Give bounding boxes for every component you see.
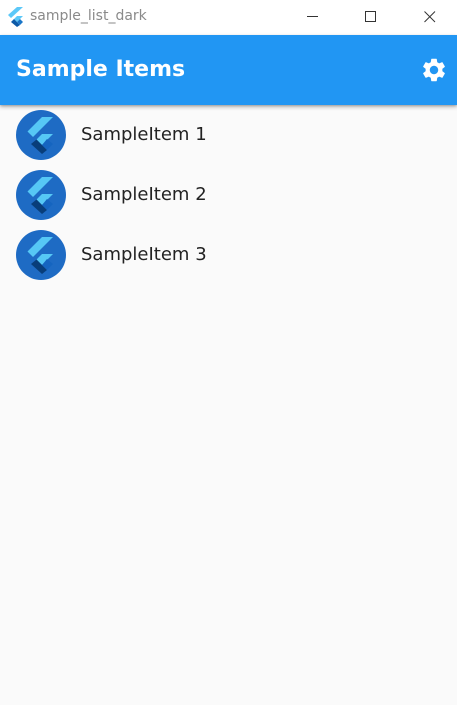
gear-icon[interactable] [420,56,448,84]
flutter-logo-icon [16,170,66,220]
list-item[interactable]: SampleItem 2 [0,165,457,225]
maximize-icon [365,11,376,22]
app-bar: Sample Items [0,35,457,105]
page-title: Sample Items [16,57,186,82]
list-item[interactable]: SampleItem 1 [0,105,457,165]
flutter-logo-icon [16,110,66,160]
minimize-icon [307,16,318,17]
close-button[interactable] [407,0,453,35]
window-title: sample_list_dark [30,8,147,24]
app-window: sample_list_dark Sample Items SampleItem… [0,0,457,705]
close-icon [424,11,436,23]
list-item-label: SampleItem 1 [81,124,207,145]
window-titlebar[interactable]: sample_list_dark [0,0,457,35]
list-item[interactable]: SampleItem 3 [0,225,457,285]
sample-items-list: SampleItem 1 SampleItem 2 SampleItem 3 [0,105,457,285]
minimize-button[interactable] [290,0,336,35]
flutter-icon [6,7,24,27]
flutter-logo-icon [16,230,66,280]
list-item-label: SampleItem 3 [81,244,207,265]
list-item-label: SampleItem 2 [81,184,207,205]
maximize-button[interactable] [348,0,394,35]
